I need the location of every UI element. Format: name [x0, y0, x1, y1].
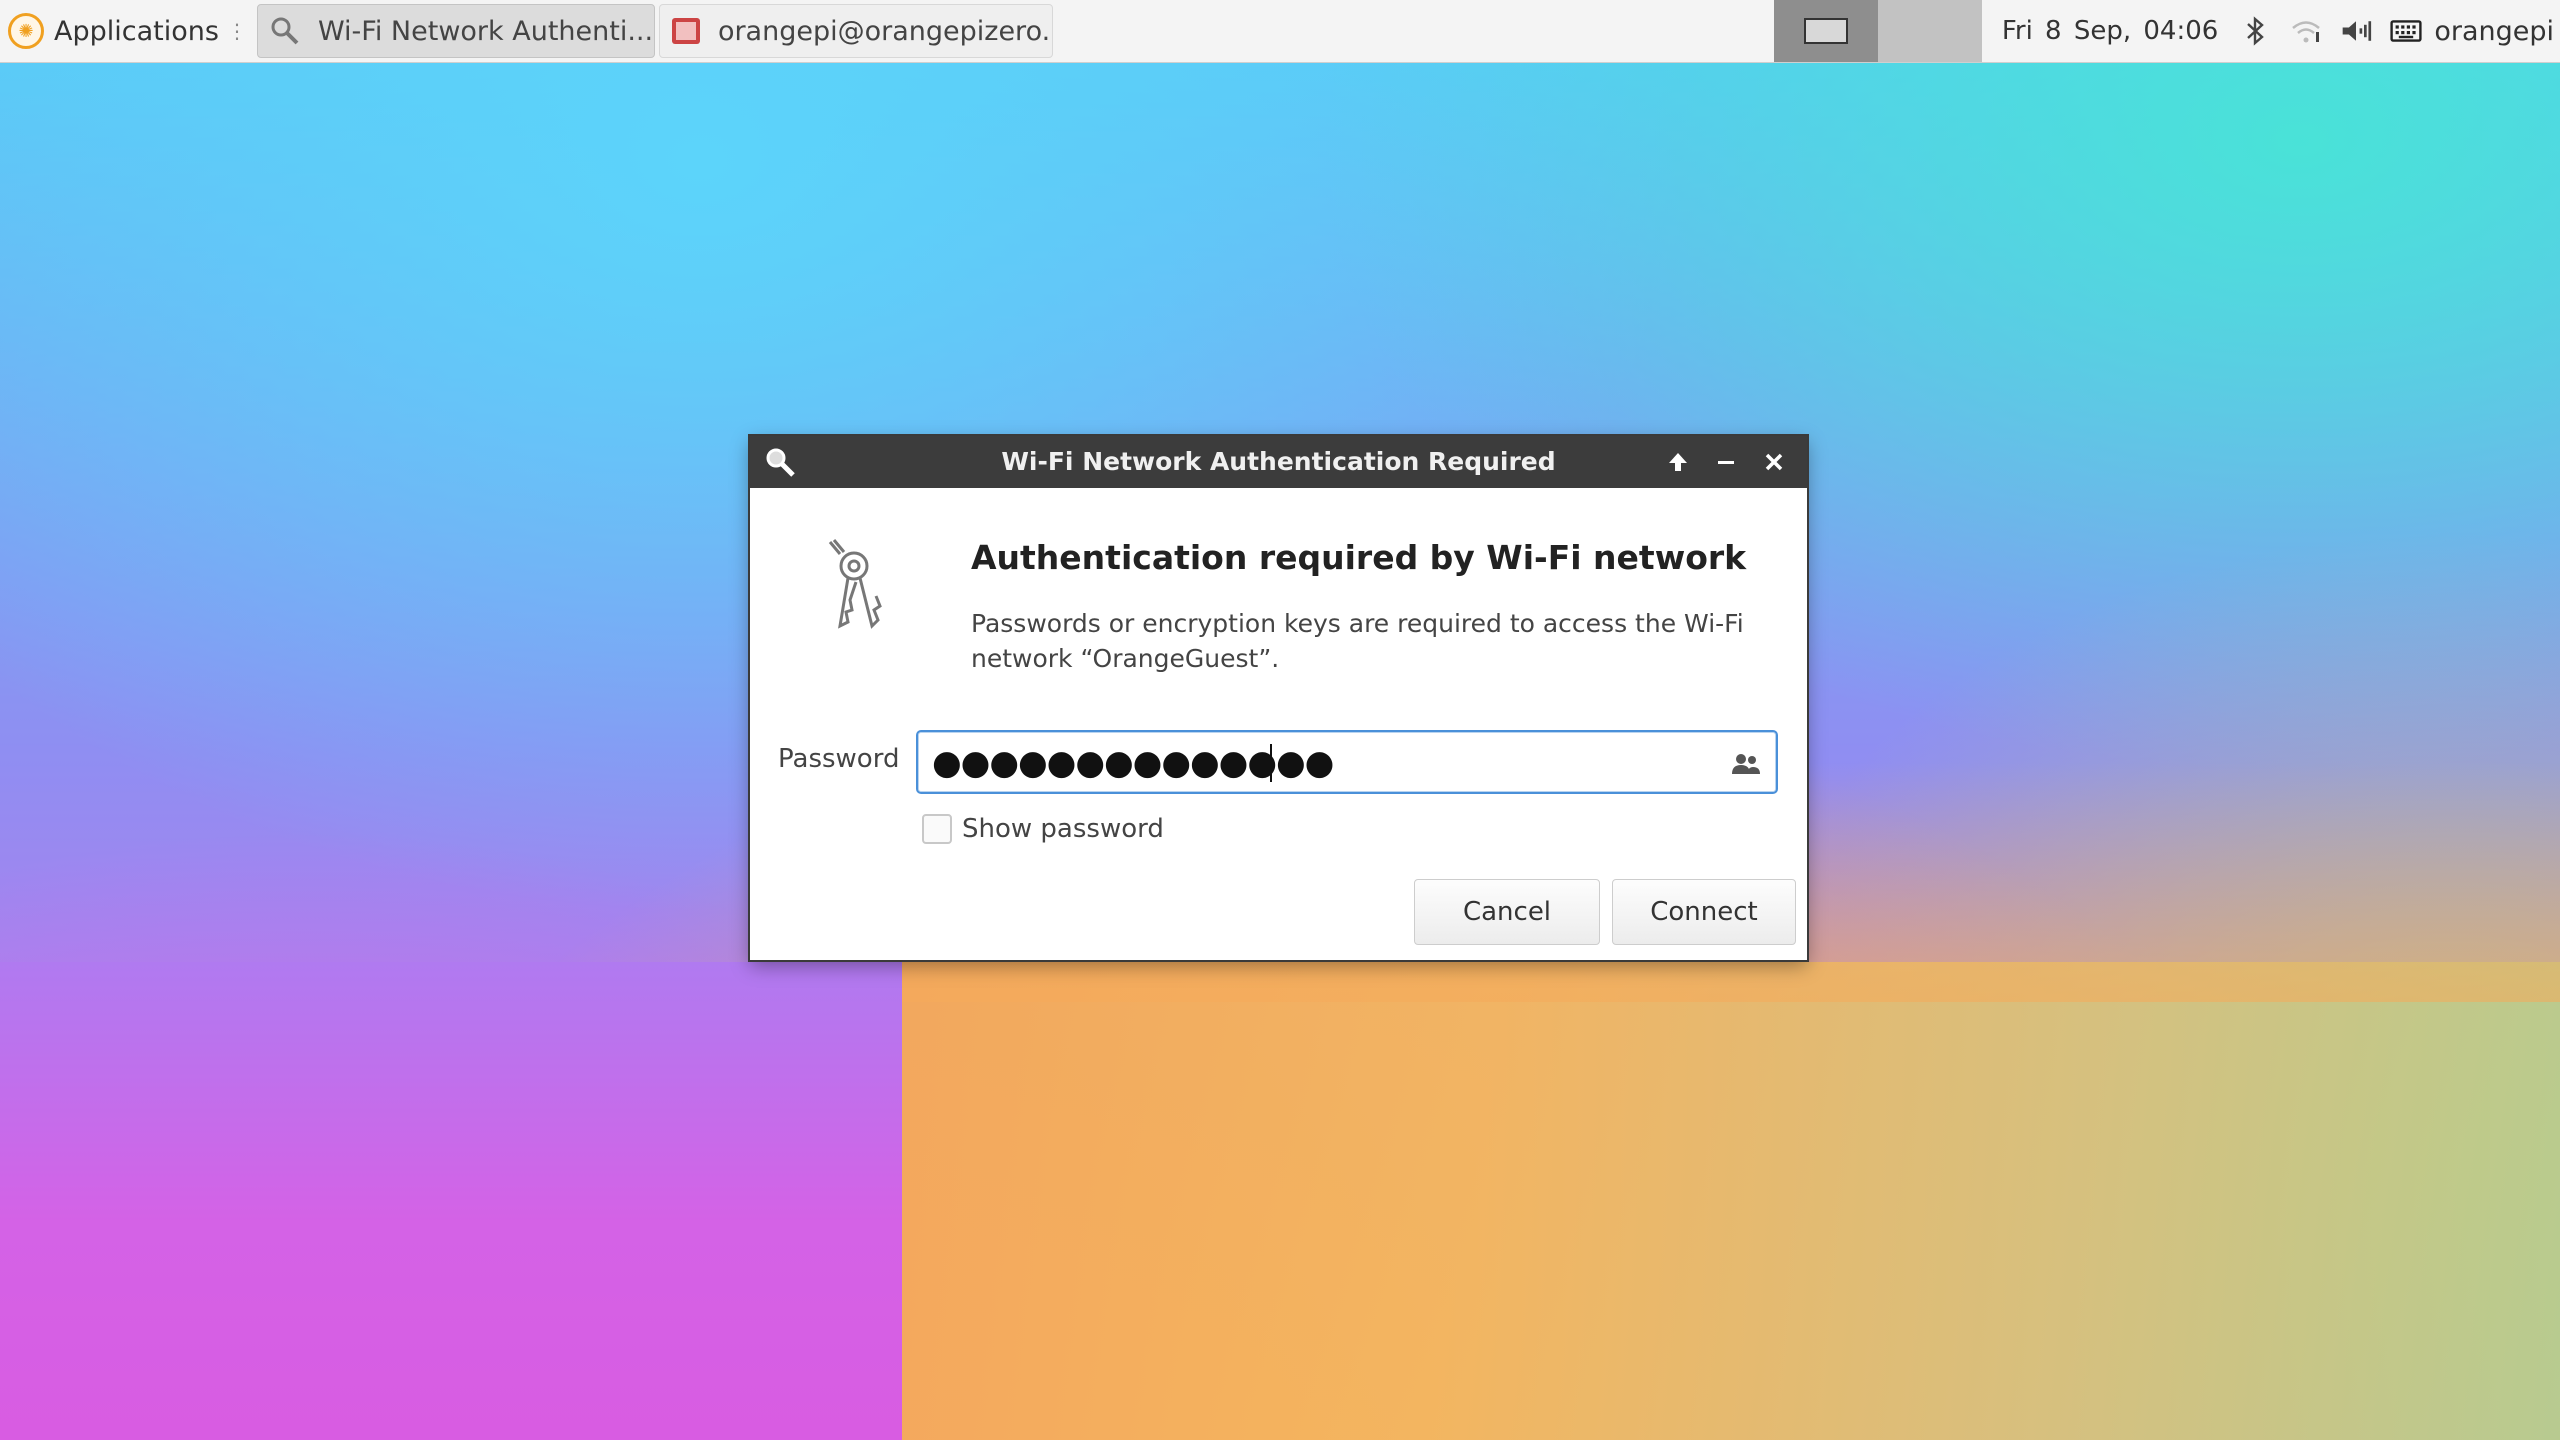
orangepi-logo-icon: ✺ — [8, 13, 44, 49]
separator-handle-icon: ⋮ — [226, 19, 247, 43]
workspace-2[interactable] — [1877, 0, 1982, 62]
workspace-1[interactable] — [1773, 0, 1878, 62]
connect-button[interactable]: Connect — [1612, 879, 1796, 945]
bluetooth-icon[interactable] — [2240, 15, 2272, 47]
password-field[interactable]: ●●●●●●●●●●●●●● — [916, 730, 1778, 794]
taskbar-item-terminal[interactable]: orangepi@orangepizero... — [658, 4, 1053, 58]
dialog-titlebar[interactable]: Wi-Fi Network Authentication Required — [750, 436, 1807, 488]
text-caret — [1270, 744, 1272, 782]
applications-menu[interactable]: ✺ Applications ⋮ — [0, 0, 253, 62]
user-options-icon[interactable] — [1730, 748, 1762, 780]
dialog-description: Passwords or encryption keys are require… — [971, 609, 1744, 673]
maximize-button[interactable] — [1662, 446, 1694, 478]
wallpaper-segment — [0, 962, 902, 1440]
keyboard-icon[interactable] — [2390, 15, 2422, 47]
show-password-row[interactable]: Show password — [922, 814, 1164, 844]
minimize-button[interactable] — [1710, 446, 1742, 478]
dialog-heading: Authentication required by Wi-Fi network — [971, 538, 1747, 577]
cancel-button[interactable]: Cancel — [1414, 879, 1600, 945]
password-label: Password — [778, 744, 900, 774]
show-password-label[interactable]: Show password — [962, 814, 1164, 844]
terminal-icon — [671, 16, 700, 46]
taskbar-item-wifi-auth[interactable]: Wi-Fi Network Authenti... — [256, 4, 655, 58]
wifi-auth-dialog: Wi-Fi Network Authentication Required Au… — [750, 436, 1807, 960]
clock[interactable]: Fri 8 Sep, 04:06 — [2002, 16, 2219, 46]
workspace-window-icon — [1803, 18, 1848, 44]
taskbar-item-label: orangepi@orangepizero... — [717, 15, 1053, 47]
taskbar-item-label: Wi-Fi Network Authenti... — [317, 15, 654, 47]
dialog-title: Wi-Fi Network Authentication Required — [1001, 447, 1556, 476]
user-menu[interactable]: orangepi — [2434, 16, 2554, 47]
wallpaper-segment — [902, 962, 2560, 1440]
show-password-checkbox[interactable] — [922, 814, 952, 844]
volume-icon[interactable] — [2340, 15, 2372, 47]
top-panel: ✺ Applications ⋮ Wi-Fi Network Authenti.… — [0, 0, 2560, 63]
key-search-icon — [270, 16, 300, 46]
minimize-icon — [1718, 461, 1734, 464]
applications-label: Applications — [54, 15, 219, 47]
arrow-up-icon — [1669, 453, 1687, 471]
close-button[interactable] — [1758, 446, 1790, 478]
password-value: ●●●●●●●●●●●●●● — [932, 743, 1334, 783]
wifi-icon[interactable] — [2290, 15, 2322, 47]
close-icon — [1765, 453, 1783, 471]
keys-icon — [810, 536, 900, 636]
